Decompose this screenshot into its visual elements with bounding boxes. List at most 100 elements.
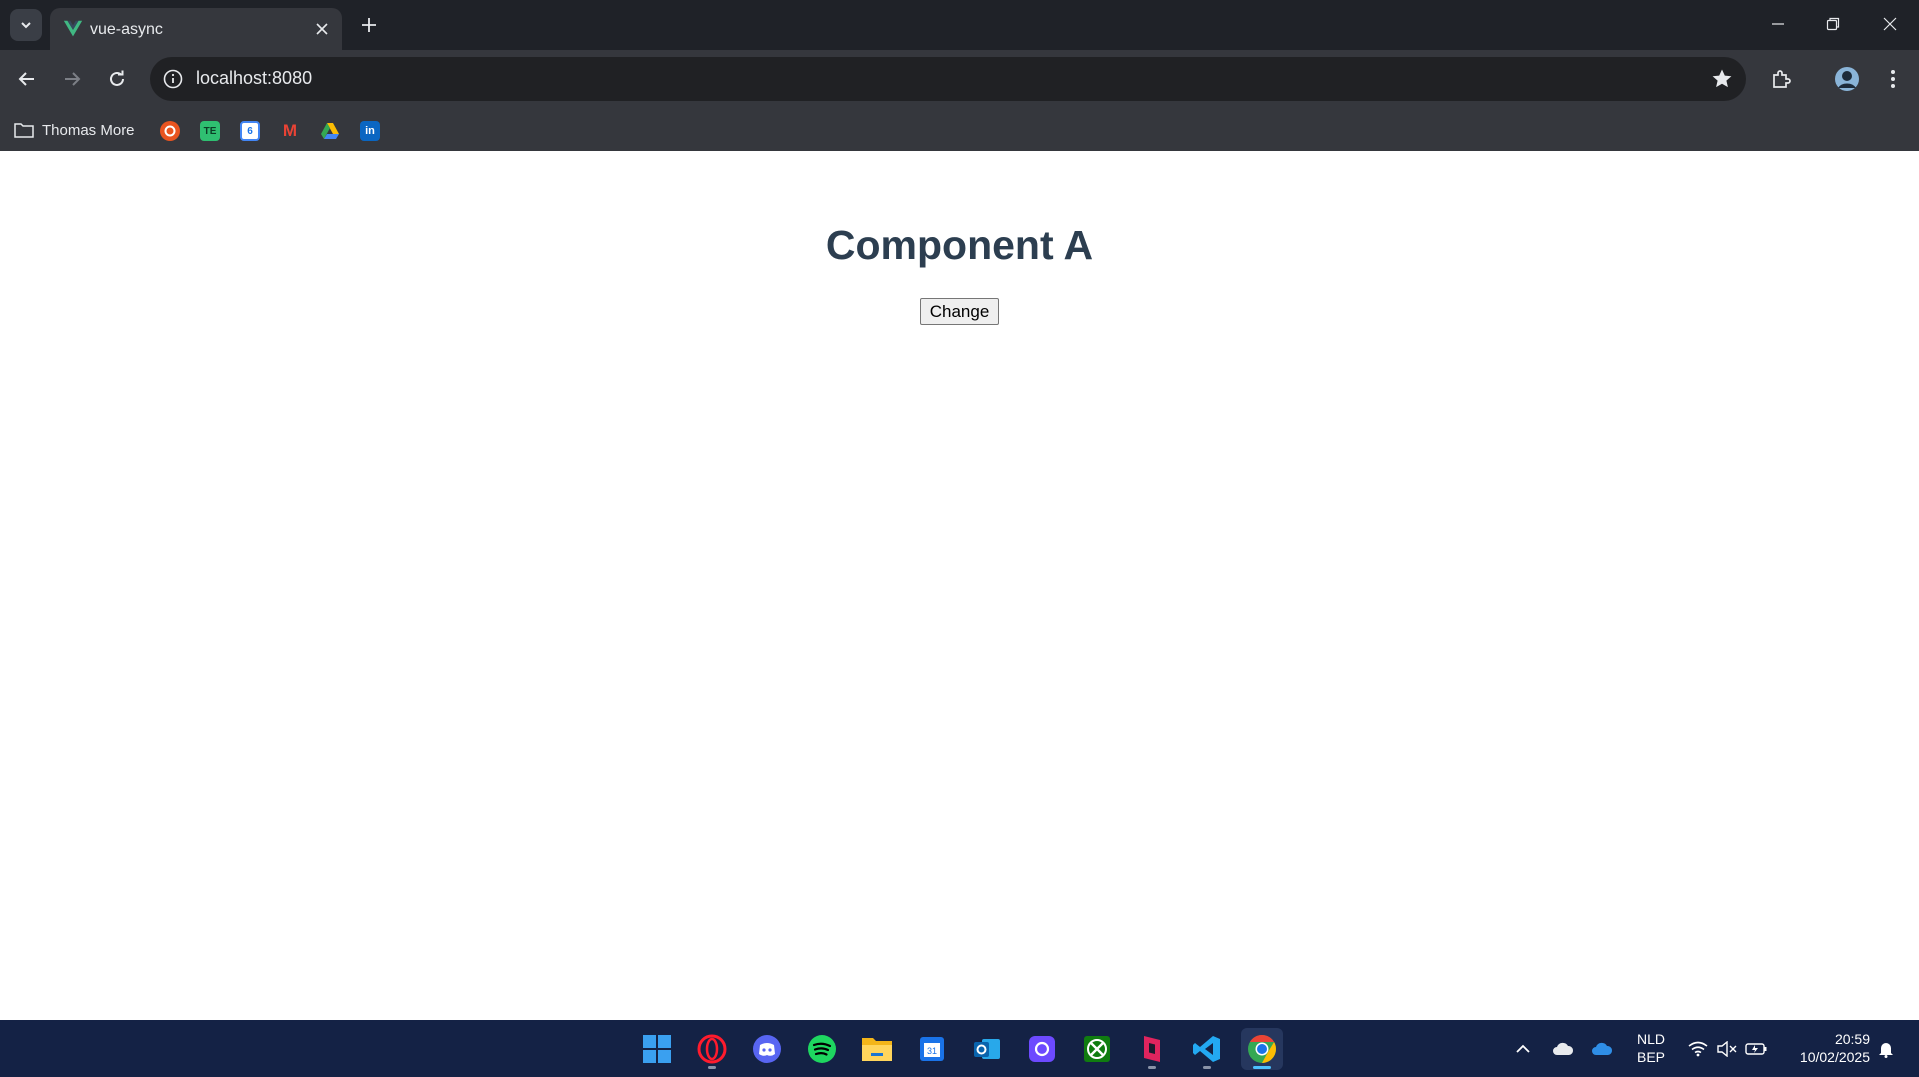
bookmark-calendar[interactable]: 6 <box>240 121 260 141</box>
chevron-down-icon <box>21 22 31 29</box>
taskbar-file-explorer[interactable] <box>856 1028 898 1070</box>
profile-avatar[interactable] <box>1829 61 1865 97</box>
running-indicator <box>1203 1066 1211 1069</box>
calendar-icon: 31 <box>920 1037 944 1061</box>
keyboard-layout: BEP <box>1636 1049 1665 1065</box>
bookmarks-bar: Thomas More TE 6 M in <box>0 108 1919 151</box>
arrow-right-icon <box>65 72 81 86</box>
bookmark-drive[interactable] <box>320 121 340 141</box>
spotify-icon <box>808 1035 836 1063</box>
running-indicator <box>1148 1066 1156 1069</box>
input-language[interactable]: NLD BEP <box>1636 1030 1666 1066</box>
close-icon <box>1883 17 1897 31</box>
vscode-icon <box>1193 1036 1220 1062</box>
show-hidden-icons-button[interactable] <box>1510 1020 1536 1077</box>
chrome-icon <box>1248 1035 1276 1063</box>
onedrive-business-tray[interactable] <box>1587 1020 1617 1077</box>
tab-strip: vue-async <box>0 0 1919 50</box>
change-button[interactable]: Change <box>920 298 999 325</box>
back-button[interactable] <box>9 61 45 97</box>
notifications-button[interactable] <box>1873 1020 1899 1077</box>
url-text[interactable]: localhost:8080 <box>196 68 312 89</box>
linkedin-icon: in <box>365 125 375 137</box>
xbox-icon <box>1084 1036 1110 1062</box>
close-tab-button[interactable] <box>312 19 332 39</box>
info-icon[interactable] <box>162 68 184 90</box>
opera-icon <box>697 1034 727 1064</box>
new-tab-button[interactable] <box>355 11 383 39</box>
browser-toolbar: localhost:8080 <box>0 50 1919 108</box>
browser-tab[interactable]: vue-async <box>50 8 342 50</box>
running-indicator <box>1253 1066 1271 1069</box>
page-content: Component A Change <box>0 151 1919 1020</box>
file-explorer-icon <box>862 1038 892 1061</box>
running-indicator <box>708 1066 716 1069</box>
restore-button[interactable] <box>1805 6 1861 42</box>
bell-icon <box>1879 1042 1893 1058</box>
bookmark-tradingeconomics[interactable]: TE <box>200 121 220 141</box>
extensions-button[interactable] <box>1763 61 1799 97</box>
windows-start-icon <box>643 1035 671 1063</box>
vue-logo-icon <box>63 20 83 37</box>
bookmark-folder[interactable]: Thomas More <box>14 116 135 144</box>
plus-icon <box>362 18 376 32</box>
svg-text:31: 31 <box>927 1046 937 1056</box>
taskbar-vscode[interactable] <box>1186 1028 1228 1070</box>
app-icon <box>1144 1036 1160 1062</box>
clock-time: 20:59 <box>1834 1031 1870 1047</box>
outlook-icon <box>974 1039 1000 1059</box>
taskbar-opera[interactable] <box>691 1028 733 1070</box>
google-drive-icon <box>321 123 339 139</box>
proton-icon <box>1029 1036 1055 1062</box>
battery-tray[interactable] <box>1742 1020 1770 1077</box>
bookmark-linkedin[interactable]: in <box>360 121 380 141</box>
taskbar-chrome[interactable] <box>1241 1028 1283 1070</box>
tradingeconomics-icon: TE <box>203 125 217 137</box>
system-clock[interactable]: 20:59 10/02/2025 <box>1780 1030 1870 1066</box>
page-title: Component A <box>825 222 1094 268</box>
volume-tray[interactable] <box>1713 1020 1741 1077</box>
minimize-icon <box>1772 23 1784 25</box>
wifi-icon <box>1688 1041 1708 1056</box>
cloud-icon <box>1553 1042 1574 1055</box>
tab-title: vue-async <box>90 21 163 38</box>
taskbar-xbox[interactable] <box>1076 1028 1118 1070</box>
google-calendar-icon: 6 <box>247 125 253 137</box>
battery-charging-icon <box>1745 1042 1767 1055</box>
puzzle-icon <box>1773 70 1791 88</box>
gmail-icon: M <box>282 121 298 140</box>
taskbar-calendar[interactable]: 31 <box>911 1028 953 1070</box>
forward-button[interactable] <box>54 61 90 97</box>
language-code: NLD <box>1636 1031 1665 1047</box>
reload-icon <box>110 70 124 86</box>
taskbar-spotify[interactable] <box>801 1028 843 1070</box>
wifi-tray[interactable] <box>1684 1020 1712 1077</box>
tab-search-button[interactable] <box>10 9 42 41</box>
minimize-button[interactable] <box>1750 6 1806 42</box>
taskbar-proton[interactable] <box>1021 1028 1063 1070</box>
taskbar-outlook[interactable] <box>966 1028 1008 1070</box>
bookmark-gmail[interactable]: M <box>280 121 300 141</box>
clock-date: 10/02/2025 <box>1799 1049 1870 1065</box>
arrow-left-icon <box>18 72 34 86</box>
reload-button[interactable] <box>99 61 135 97</box>
taskbar-discord[interactable] <box>746 1028 788 1070</box>
start-button[interactable] <box>636 1028 678 1070</box>
folder-icon <box>14 123 34 138</box>
close-icon <box>316 23 328 35</box>
discord-icon <box>753 1035 781 1063</box>
taskbar-app[interactable] <box>1131 1028 1173 1070</box>
restore-icon <box>1826 17 1840 31</box>
cloud-icon <box>1592 1042 1613 1055</box>
chevron-up-icon <box>1516 1044 1530 1053</box>
avatar-icon <box>1835 67 1859 91</box>
windows-taskbar: 31 NLD BEP 20:59 10/02/2025 <box>0 1020 1919 1077</box>
bookmark-folder-label: Thomas More <box>42 121 135 139</box>
bookmark-star-icon[interactable] <box>1710 67 1734 91</box>
more-vert-icon <box>1891 70 1895 88</box>
onedrive-personal-tray[interactable] <box>1548 1020 1578 1077</box>
bookmark-ubuntu[interactable] <box>160 121 180 141</box>
close-window-button[interactable] <box>1862 6 1918 42</box>
menu-button[interactable] <box>1875 61 1911 97</box>
address-bar[interactable]: localhost:8080 <box>150 57 1746 101</box>
